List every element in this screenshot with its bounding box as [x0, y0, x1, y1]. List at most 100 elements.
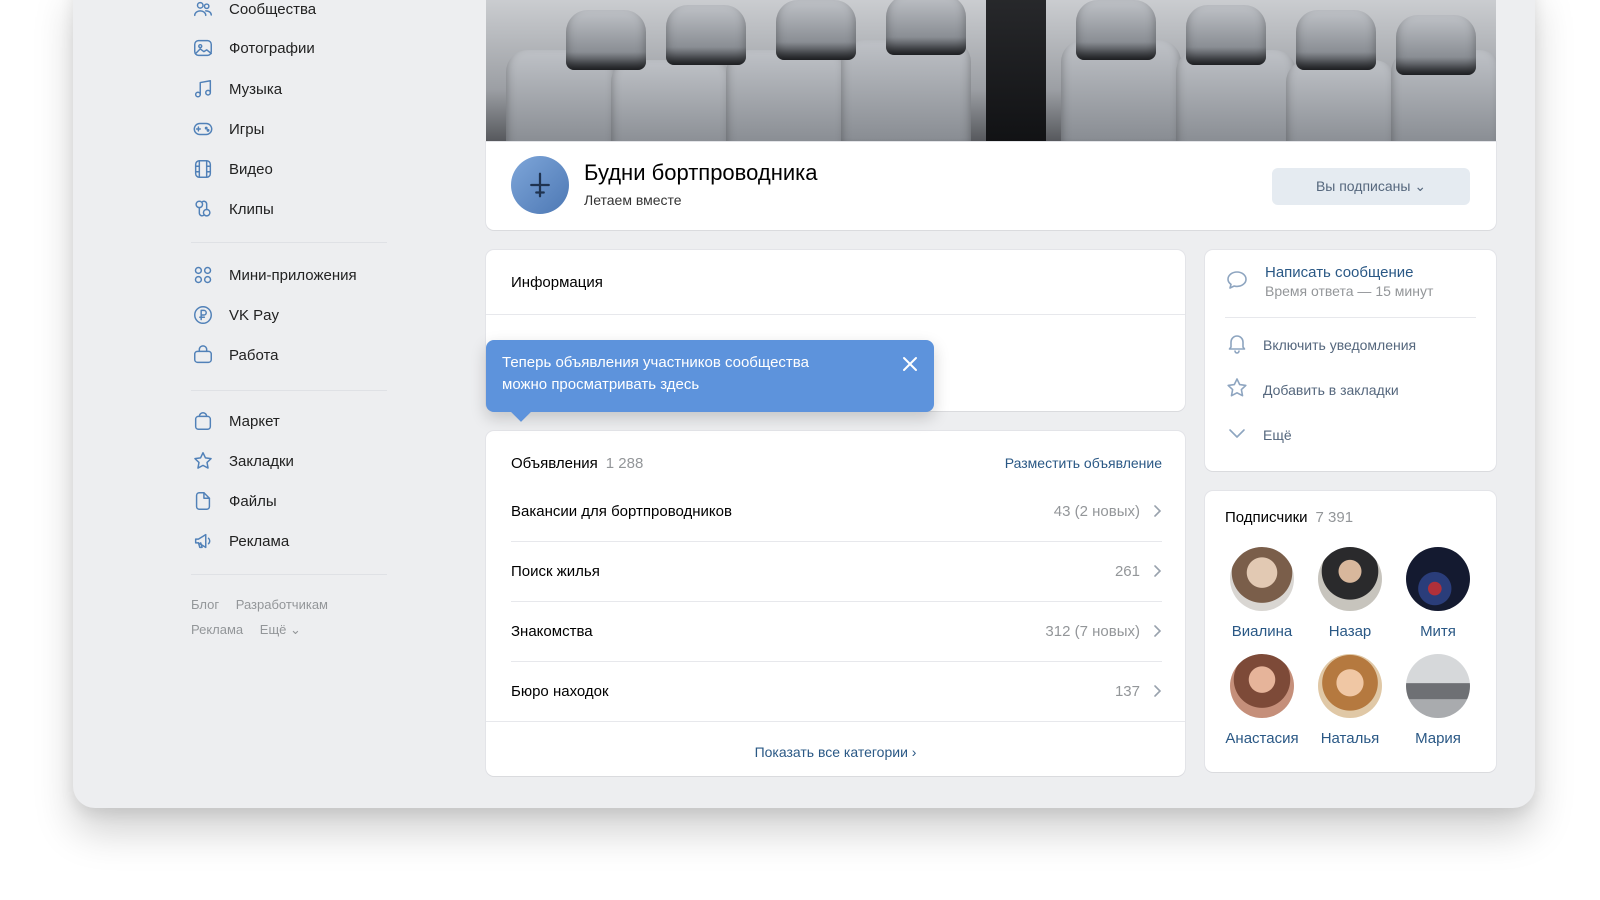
cover-seat: [1076, 0, 1156, 60]
ads-category-row[interactable]: Вакансии для бортпроводников 43 (2 новых…: [511, 481, 1162, 541]
chevron-right-icon: [1154, 685, 1162, 697]
group-avatar[interactable]: [511, 156, 569, 214]
sidebar-item-bookmarks[interactable]: Закладки: [191, 446, 401, 476]
subscriber-name: Анастасия: [1225, 730, 1299, 747]
show-all-categories-link[interactable]: Показать все категории ›: [486, 744, 1185, 760]
footer-link-developers[interactable]: Разработчикам: [236, 597, 328, 612]
sidebar-item-label: Сообщества: [229, 0, 317, 18]
add-bookmark-action[interactable]: Добавить в закладки: [1225, 375, 1399, 405]
music-icon: [191, 77, 215, 101]
ads-category-count: 43 (2 новых): [1053, 502, 1140, 520]
briefcase-icon: [191, 343, 215, 367]
clips-icon: [191, 197, 215, 221]
sidebar-item-label: Закладки: [229, 452, 294, 470]
ads-category-name: Знакомства: [511, 622, 593, 640]
sidebar-item-mini-apps[interactable]: Мини-приложения: [191, 260, 401, 290]
group-status: Летаем вместе: [584, 192, 682, 208]
avatar: [1230, 547, 1294, 611]
subscriber[interactable]: Митя: [1393, 547, 1483, 640]
enable-notifications-label: Включить уведомления: [1263, 337, 1417, 353]
sidebar-divider: [191, 242, 387, 243]
more-actions[interactable]: Ещё: [1225, 420, 1292, 450]
cover-seat: [886, 0, 966, 55]
sidebar-divider: [191, 390, 387, 391]
close-icon[interactable]: [900, 354, 920, 374]
divider: [486, 314, 1185, 315]
subscriber-name: Назар: [1328, 623, 1372, 640]
ads-category-count: 137: [1114, 682, 1140, 700]
tooltip-tail: [511, 402, 531, 422]
subscriber[interactable]: Мария: [1393, 654, 1483, 747]
sidebar-item-market[interactable]: Маркет: [191, 406, 401, 436]
gamepad-icon: [191, 117, 215, 141]
ads-title[interactable]: Объявления 1 288: [511, 455, 643, 472]
ads-category-row[interactable]: Бюро находок 137: [511, 661, 1162, 721]
subscribers-count: 7 391: [1315, 509, 1354, 526]
sidebar-item-label: Музыка: [229, 80, 283, 98]
subscribers-block: Подписчики 7 391 Виалина Назар Митя Анаст…: [1205, 491, 1496, 772]
apps-icon: [191, 263, 215, 287]
ads-title-label: Объявления: [511, 455, 598, 472]
sidebar-item-label: Файлы: [229, 492, 277, 510]
sidebar-item-label: Работа: [229, 346, 279, 364]
avatar: [1230, 654, 1294, 718]
subscribers-title-label: Подписчики: [1225, 509, 1308, 526]
star-icon: [191, 449, 215, 473]
subscriber-name: Наталья: [1320, 730, 1380, 747]
megaphone-icon: [191, 529, 215, 553]
sidebar-item-vk-pay[interactable]: VK Pay: [191, 300, 401, 330]
sidebar-item-ads[interactable]: Реклама: [191, 526, 401, 556]
ads-count: 1 288: [605, 455, 644, 472]
footer-link-more[interactable]: Ещё ⌄: [260, 622, 301, 637]
sidebar-item-photos[interactable]: Фотографии: [191, 33, 401, 63]
post-ad-link[interactable]: Разместить объявление: [1005, 455, 1162, 471]
avatar: [1318, 654, 1382, 718]
footer-link-blog[interactable]: Блог: [191, 597, 219, 612]
sidebar-item-files[interactable]: Файлы: [191, 486, 401, 516]
sidebar-item-communities[interactable]: Сообщества: [191, 0, 401, 24]
ads-category-row[interactable]: Поиск жилья 261: [511, 541, 1162, 601]
cover-aisle: [986, 0, 1046, 162]
subscriber-name: Митя: [1420, 623, 1456, 640]
users-icon: [191, 0, 215, 21]
group-cover-image: [486, 0, 1496, 162]
bell-icon: [1225, 331, 1249, 360]
sidebar-divider: [191, 574, 387, 575]
sidebar-item-work[interactable]: Работа: [191, 340, 401, 370]
video-icon: [191, 157, 215, 181]
divider: [1225, 317, 1476, 318]
star-icon: [1225, 376, 1249, 405]
cover-seat: [1396, 15, 1476, 75]
sidebar-item-clips[interactable]: Клипы: [191, 194, 401, 224]
more-label: Ещё: [1263, 427, 1292, 443]
sidebar-item-music[interactable]: Музыка: [191, 74, 401, 104]
ads-category-row[interactable]: Знакомства 312 (7 новых): [511, 601, 1162, 661]
cover-seat: [566, 10, 646, 70]
footer-link-ads[interactable]: Реклама: [191, 622, 243, 637]
sidebar-item-games[interactable]: Игры: [191, 114, 401, 144]
sidebar-item-label: VK Pay: [229, 306, 280, 324]
divider: [486, 721, 1185, 722]
subscriber-name: Мария: [1415, 730, 1461, 747]
sidebar-item-label: Игры: [229, 120, 265, 138]
enable-notifications-action[interactable]: Включить уведомления: [1225, 330, 1416, 360]
ads-hint-tooltip: Теперь объявления участников сообщества …: [486, 340, 934, 422]
ads-category-count: 261: [1114, 562, 1140, 580]
airplane-icon: [530, 172, 550, 198]
subscriber[interactable]: Виалина: [1217, 547, 1307, 640]
sidebar-item-video[interactable]: Видео: [191, 154, 401, 184]
sidebar-item-label: Реклама: [229, 532, 290, 550]
write-message-action[interactable]: Написать сообщение Время ответа — 15 мин…: [1225, 264, 1433, 299]
subscriber[interactable]: Наталья: [1305, 654, 1395, 747]
info-title[interactable]: Информация: [511, 274, 603, 291]
sidebar-item-label: Видео: [229, 160, 273, 178]
subscribed-button[interactable]: Вы подписаны ⌄: [1272, 168, 1470, 205]
subscribers-title[interactable]: Подписчики 7 391: [1225, 509, 1353, 526]
sidebar-item-label: Мини-приложения: [229, 266, 357, 284]
chevron-right-icon: [1154, 625, 1162, 637]
cover-seat: [776, 0, 856, 60]
subscriber[interactable]: Назар: [1305, 547, 1395, 640]
group-name: Будни бортпроводника: [584, 160, 818, 185]
subscriber[interactable]: Анастасия: [1217, 654, 1307, 747]
ads-category-count: 312 (7 новых): [1045, 622, 1140, 640]
